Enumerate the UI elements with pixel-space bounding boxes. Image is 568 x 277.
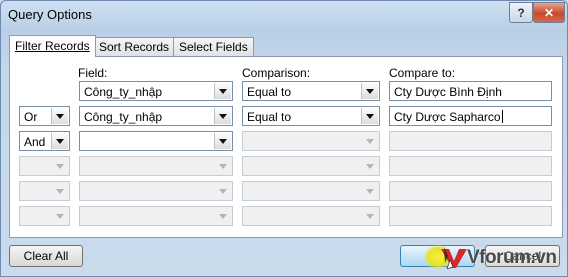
- compare-to-input-row-4: [389, 156, 552, 176]
- close-button[interactable]: ✕: [533, 2, 565, 23]
- compare-to-input-row-5: [389, 181, 552, 201]
- comparison-select-row-3: [242, 131, 380, 151]
- compare-to-input-row-2-value: Cty Dược Sapharco: [394, 110, 503, 124]
- comparison-select-row-4: [242, 156, 380, 176]
- chevron-down-icon: [362, 133, 378, 149]
- comparison-select-row-2-value: Equal to: [247, 110, 292, 124]
- query-options-window: Query Options ? ✕ Filter Records Sort Re…: [0, 0, 568, 277]
- comparison-select-row-6: [242, 206, 380, 226]
- field-header: Field:: [78, 66, 108, 80]
- chevron-down-icon[interactable]: [361, 108, 378, 124]
- tab-select-fields[interactable]: Select Fields: [173, 37, 254, 56]
- tab-filter-records[interactable]: Filter Records: [9, 35, 96, 57]
- tab-sort-records[interactable]: Sort Records: [93, 37, 176, 56]
- chevron-down-icon: [52, 183, 68, 199]
- compare-to-input-row-1[interactable]: Cty Dược Bình Định: [389, 81, 552, 101]
- connector-select-row-3[interactable]: And: [19, 131, 70, 151]
- chevron-down-icon[interactable]: [51, 108, 68, 124]
- chevron-down-icon: [362, 208, 378, 224]
- clear-all-button[interactable]: Clear All: [9, 245, 83, 267]
- watermark-text: Vforum.vn: [467, 247, 557, 268]
- comparison-select-row-1-value: Equal to: [247, 85, 292, 99]
- compare-to-input-row-1-value: Cty Dược Bình Định: [394, 85, 502, 99]
- connector-select-row-4: [19, 156, 70, 176]
- connector-select-row-5: [19, 181, 70, 201]
- chevron-down-icon: [52, 158, 68, 174]
- compare-to-input-row-6: [389, 206, 552, 226]
- field-select-row-1[interactable]: Công_ty_nhập: [79, 81, 233, 101]
- text-caret: [501, 110, 503, 123]
- clear-all-label: Clear All: [23, 249, 69, 263]
- chevron-down-icon: [52, 208, 68, 224]
- comparison-header: Comparison:: [242, 66, 311, 80]
- connector-select-row-6: [19, 206, 70, 226]
- comparison-select-row-1[interactable]: Equal to: [242, 81, 380, 101]
- chevron-down-icon: [362, 183, 378, 199]
- compare-to-header: Compare to:: [389, 66, 456, 80]
- connector-select-row-2[interactable]: Or: [19, 106, 70, 126]
- chevron-down-icon: [215, 208, 231, 224]
- filter-records-panel: Field: Comparison: Compare to: Công_ty_n…: [9, 56, 563, 238]
- connector-select-row-3-value: And: [24, 135, 46, 149]
- field-select-row-2-value: Công_ty_nhập: [84, 110, 163, 124]
- chevron-down-icon: [215, 183, 231, 199]
- chevron-down-icon[interactable]: [214, 83, 231, 99]
- field-select-row-5: [79, 181, 233, 201]
- tab-sort-records-label: Sort Records: [99, 40, 170, 54]
- chevron-down-icon[interactable]: [214, 133, 231, 149]
- chevron-down-icon[interactable]: [361, 83, 378, 99]
- tab-select-fields-label: Select Fields: [179, 40, 248, 54]
- field-select-row-6: [79, 206, 233, 226]
- field-select-row-2[interactable]: Công_ty_nhập: [79, 106, 233, 126]
- comparison-select-row-2[interactable]: Equal to: [242, 106, 380, 126]
- compare-to-input-row-3: [389, 131, 552, 151]
- window-title: Query Options: [8, 7, 92, 22]
- help-button[interactable]: ?: [509, 2, 533, 23]
- field-select-row-4: [79, 156, 233, 176]
- field-select-row-3[interactable]: [79, 131, 233, 151]
- chevron-down-icon: [215, 158, 231, 174]
- chevron-down-icon[interactable]: [51, 133, 68, 149]
- watermark: Vforum.vn: [441, 247, 557, 270]
- vforum-logo-icon: [441, 247, 467, 270]
- chevron-down-icon[interactable]: [214, 108, 231, 124]
- field-select-row-1-value: Công_ty_nhập: [84, 85, 163, 99]
- compare-to-input-row-2[interactable]: Cty Dược Sapharco: [389, 106, 552, 126]
- chevron-down-icon: [362, 158, 378, 174]
- comparison-select-row-5: [242, 181, 380, 201]
- tab-filter-records-label: Filter Records: [15, 39, 90, 53]
- close-icon: ✕: [543, 5, 555, 20]
- connector-select-row-2-value: Or: [24, 110, 38, 124]
